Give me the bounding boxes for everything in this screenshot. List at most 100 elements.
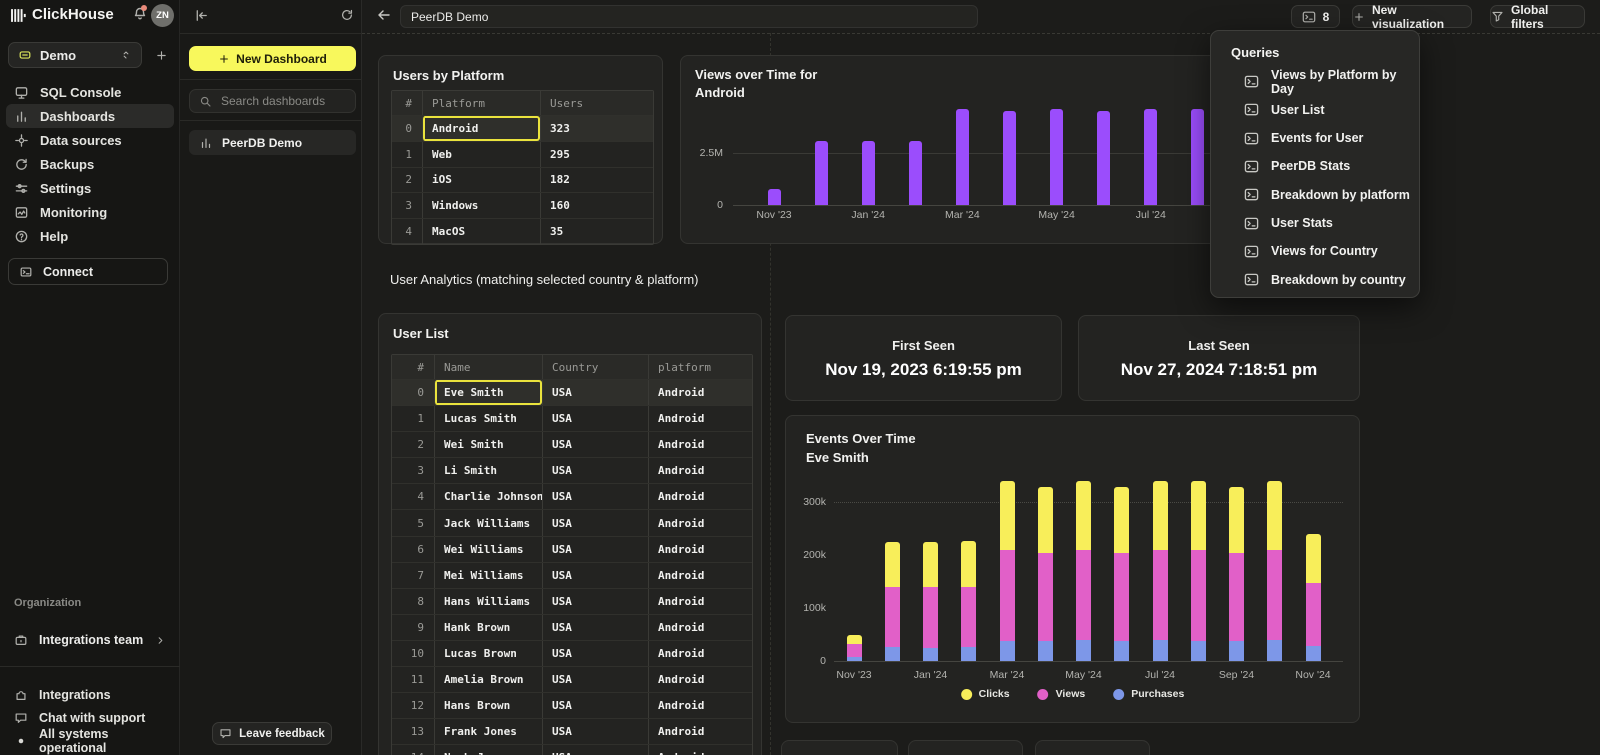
table-cell[interactable]: Hans Brown bbox=[434, 693, 542, 718]
sidebar-item-backups[interactable]: Backups bbox=[6, 152, 174, 176]
table-cell[interactable]: Android bbox=[648, 589, 752, 614]
table-row[interactable]: 7Mei WilliamsUSAAndroid bbox=[392, 562, 752, 588]
table-cell[interactable]: Eve Smith bbox=[434, 380, 542, 405]
table-cell[interactable]: Hans Williams bbox=[434, 589, 542, 614]
refresh-icon[interactable] bbox=[340, 8, 354, 22]
query-item-8[interactable]: Breakdown by country bbox=[1244, 271, 1406, 288]
table-cell[interactable]: Frank Jones bbox=[434, 719, 542, 744]
query-item-6[interactable]: User Stats bbox=[1244, 215, 1333, 232]
query-item-1[interactable]: Views by Platform by Day bbox=[1244, 73, 1419, 90]
table-cell[interactable]: Android bbox=[648, 432, 752, 457]
sidebar-item-help[interactable]: Help bbox=[6, 224, 174, 248]
global-filters-button[interactable]: Global filters bbox=[1490, 5, 1585, 28]
table-cell[interactable]: Android bbox=[648, 615, 752, 640]
table-cell[interactable]: USA bbox=[542, 510, 648, 535]
table-cell[interactable]: Amelia Brown bbox=[434, 667, 542, 692]
table-row[interactable]: 12Hans BrownUSAAndroid bbox=[392, 692, 752, 718]
connect-button[interactable]: Connect bbox=[8, 258, 168, 285]
table-row[interactable]: 8Hans WilliamsUSAAndroid bbox=[392, 588, 752, 614]
table-cell[interactable]: Windows bbox=[422, 193, 540, 218]
table-cell[interactable]: USA bbox=[542, 615, 648, 640]
table-cell[interactable]: Jack Williams bbox=[434, 510, 542, 535]
query-item-3[interactable]: Events for User bbox=[1244, 130, 1363, 147]
table-row[interactable]: 0Eve SmithUSAAndroid bbox=[392, 379, 752, 405]
table-cell[interactable]: Charlie Johnson bbox=[434, 484, 542, 509]
table-cell[interactable]: Android bbox=[648, 719, 752, 744]
table-row[interactable]: 2iOS182 bbox=[392, 167, 653, 193]
search-dashboards-input[interactable] bbox=[219, 93, 378, 109]
table-cell[interactable]: Android bbox=[648, 458, 752, 483]
table-cell[interactable]: Lucas Brown bbox=[434, 641, 542, 666]
table-cell[interactable]: 160 bbox=[540, 193, 653, 218]
queries-count-button[interactable]: 8 bbox=[1291, 5, 1340, 28]
table-row[interactable]: 13Frank JonesUSAAndroid bbox=[392, 718, 752, 744]
table-row[interactable]: 0Android323 bbox=[392, 115, 653, 141]
table-cell[interactable]: iOS bbox=[422, 168, 540, 193]
table-cell[interactable]: Android bbox=[648, 667, 752, 692]
table-row[interactable]: 14Noah JonesUSAAndroid bbox=[392, 744, 752, 755]
add-service-button[interactable] bbox=[150, 44, 172, 66]
sidebar-item-monitoring[interactable]: Monitoring bbox=[6, 200, 174, 224]
table-cell[interactable]: Wei Williams bbox=[434, 537, 542, 562]
table-cell[interactable]: USA bbox=[542, 458, 648, 483]
table-cell[interactable]: Noah Jones bbox=[434, 745, 542, 755]
table-cell[interactable]: MacOS bbox=[422, 219, 540, 244]
sidebar-footer-all-systems-operational[interactable]: All systems operational bbox=[6, 729, 174, 752]
avatar[interactable]: ZN bbox=[151, 4, 174, 27]
query-item-7[interactable]: Views for Country bbox=[1244, 243, 1378, 260]
table-cell[interactable]: Android bbox=[648, 641, 752, 666]
table-cell[interactable]: USA bbox=[542, 406, 648, 431]
sidebar-item-dashboards[interactable]: Dashboards bbox=[6, 104, 174, 128]
query-item-4[interactable]: PeerDB Stats bbox=[1244, 158, 1350, 175]
table-cell[interactable]: Android bbox=[648, 510, 752, 535]
table-cell[interactable]: USA bbox=[542, 745, 648, 755]
query-item-5[interactable]: Breakdown by platform bbox=[1244, 186, 1410, 203]
table-cell[interactable]: Android bbox=[648, 745, 752, 755]
sidebar-item-sql-console[interactable]: SQL Console bbox=[6, 80, 174, 104]
table-cell[interactable]: Mei Williams bbox=[434, 563, 542, 588]
table-cell[interactable]: 35 bbox=[540, 219, 653, 244]
workspace-select[interactable]: Demo bbox=[8, 42, 142, 68]
table-cell[interactable]: Wei Smith bbox=[434, 432, 542, 457]
table-cell[interactable]: Android bbox=[648, 537, 752, 562]
table-cell[interactable]: USA bbox=[542, 667, 648, 692]
table-row[interactable]: 3Windows160 bbox=[392, 192, 653, 218]
table-row[interactable]: 11Amelia BrownUSAAndroid bbox=[392, 666, 752, 692]
table-cell[interactable]: USA bbox=[542, 693, 648, 718]
table-cell[interactable]: Android bbox=[648, 693, 752, 718]
table-cell[interactable]: Android bbox=[422, 116, 540, 141]
table-cell[interactable]: Hank Brown bbox=[434, 615, 542, 640]
table-cell[interactable]: 295 bbox=[540, 142, 653, 167]
table-cell[interactable]: USA bbox=[542, 484, 648, 509]
back-icon[interactable] bbox=[376, 7, 392, 23]
table-cell[interactable]: USA bbox=[542, 719, 648, 744]
sidebar-item-settings[interactable]: Settings bbox=[6, 176, 174, 200]
sidebar-item-integrations-team[interactable]: Integrations team bbox=[6, 627, 174, 653]
table-row[interactable]: 2Wei SmithUSAAndroid bbox=[392, 431, 752, 457]
new-dashboard-button[interactable]: New Dashboard bbox=[189, 46, 356, 71]
table-cell[interactable]: Android bbox=[648, 563, 752, 588]
sidebar-item-data-sources[interactable]: Data sources bbox=[6, 128, 174, 152]
dashboard-title-input[interactable] bbox=[400, 5, 978, 28]
table-row[interactable]: 1Lucas SmithUSAAndroid bbox=[392, 405, 752, 431]
query-item-2[interactable]: User List bbox=[1244, 101, 1325, 118]
new-visualization-button[interactable]: New visualization bbox=[1352, 5, 1472, 28]
collapse-panel-icon[interactable] bbox=[194, 8, 209, 23]
table-cell[interactable]: USA bbox=[542, 380, 648, 405]
table-cell[interactable]: Lucas Smith bbox=[434, 406, 542, 431]
leave-feedback-button[interactable]: Leave feedback bbox=[212, 722, 332, 745]
table-row[interactable]: 3Li SmithUSAAndroid bbox=[392, 457, 752, 483]
table-cell[interactable]: USA bbox=[542, 641, 648, 666]
sidebar-footer-integrations[interactable]: Integrations bbox=[6, 683, 174, 706]
table-cell[interactable]: USA bbox=[542, 432, 648, 457]
table-cell[interactable]: USA bbox=[542, 563, 648, 588]
table-row[interactable]: 5Jack WilliamsUSAAndroid bbox=[392, 509, 752, 535]
table-cell[interactable]: Web bbox=[422, 142, 540, 167]
table-cell[interactable]: Android bbox=[648, 484, 752, 509]
table-cell[interactable]: Android bbox=[648, 406, 752, 431]
table-row[interactable]: 6Wei WilliamsUSAAndroid bbox=[392, 536, 752, 562]
table-cell[interactable]: USA bbox=[542, 589, 648, 614]
table-cell[interactable]: USA bbox=[542, 537, 648, 562]
table-cell[interactable]: Android bbox=[648, 380, 752, 405]
table-row[interactable]: 9Hank BrownUSAAndroid bbox=[392, 614, 752, 640]
